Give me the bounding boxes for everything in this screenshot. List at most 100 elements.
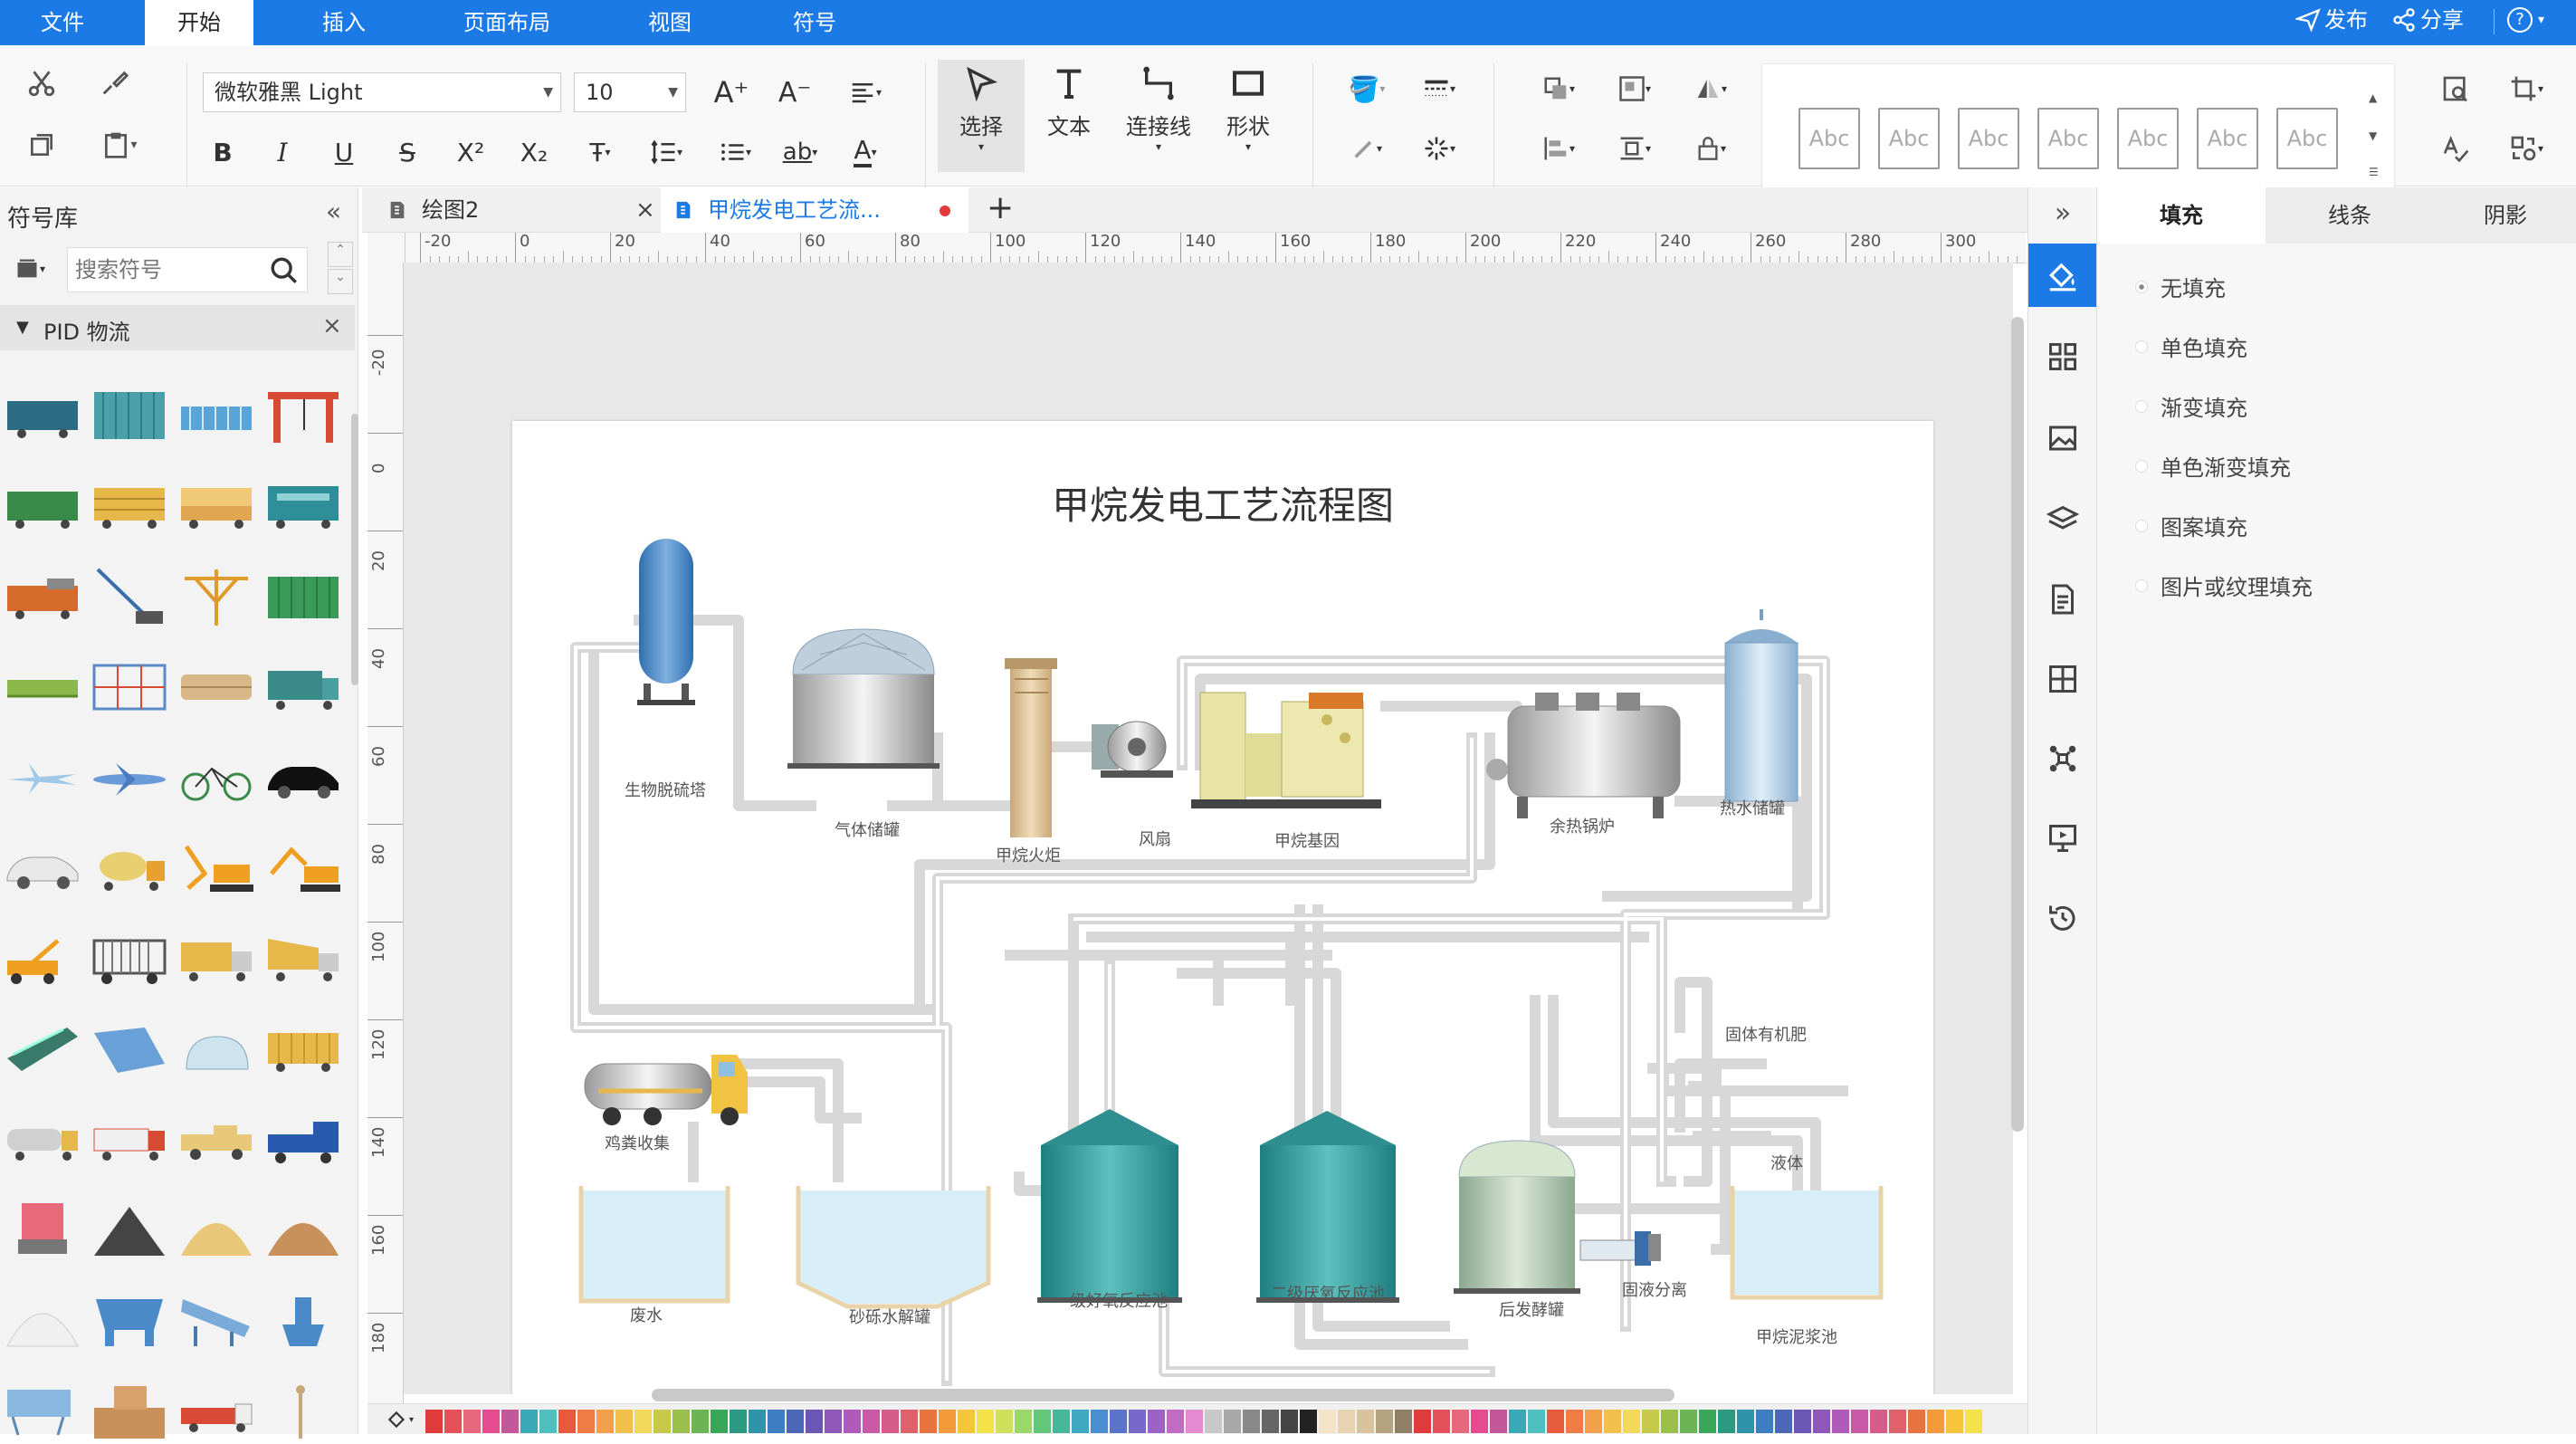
bin-symbol[interactable] xyxy=(91,1290,168,1353)
doc-tab-1[interactable]: 绘图2 × xyxy=(382,187,655,233)
color-swatch[interactable] xyxy=(1718,1410,1735,1433)
bicycle-symbol[interactable] xyxy=(177,747,255,810)
color-swatch[interactable] xyxy=(825,1410,842,1433)
text-tool-button[interactable]: 文本 xyxy=(1028,65,1110,140)
fill-option-gradient[interactable]: 渐变填充 xyxy=(2135,390,2247,422)
pump-truck-symbol[interactable] xyxy=(177,1381,255,1444)
fill-option-none[interactable]: 无填充 xyxy=(2135,271,2226,302)
color-swatch[interactable] xyxy=(977,1410,994,1433)
category-header[interactable]: ▼ PID 物流 × xyxy=(0,305,355,350)
teal-truck-symbol[interactable] xyxy=(264,656,342,720)
tanker-truck-symbol[interactable] xyxy=(4,1109,81,1172)
color-swatch[interactable] xyxy=(501,1410,519,1433)
spell-check-button[interactable] xyxy=(2431,129,2480,168)
label-gas-tank[interactable]: 气体储罐 xyxy=(835,818,900,841)
conveyor-symbol[interactable] xyxy=(4,1381,81,1444)
diagram-title[interactable]: 甲烷发电工艺流程图 xyxy=(512,475,1933,531)
color-swatch[interactable] xyxy=(939,1410,956,1433)
search-icon[interactable] xyxy=(269,255,300,286)
label-aerobic[interactable]: 一级好氧反应池 xyxy=(1054,1288,1168,1312)
label-boiler[interactable]: 余热锅炉 xyxy=(1550,814,1615,837)
underline-button[interactable]: U xyxy=(324,132,364,172)
airliner-symbol[interactable] xyxy=(91,747,168,810)
style-preset-3[interactable]: Abc xyxy=(1958,108,2019,169)
flatbed-symbol[interactable] xyxy=(4,656,81,720)
color-swatch[interactable] xyxy=(1471,1410,1488,1433)
style-preset-1[interactable]: Abc xyxy=(1798,108,1860,169)
waste-heat-boiler[interactable] xyxy=(1486,693,1681,818)
shrink-font-button[interactable]: A⁻ xyxy=(775,72,815,112)
dump-truck-symbol[interactable] xyxy=(264,928,342,991)
color-swatch[interactable] xyxy=(1300,1410,1317,1433)
teal-wagon-symbol[interactable] xyxy=(264,475,342,539)
connector-tool-button[interactable]: 连接线 ▾ xyxy=(1113,65,1204,153)
horizontal-scrollbar[interactable] xyxy=(652,1389,1674,1401)
methane-slurry-pool[interactable] xyxy=(1730,1186,1884,1300)
color-swatch[interactable] xyxy=(482,1410,500,1433)
lock-button[interactable]: ▾ xyxy=(1682,129,1740,168)
style-preset-7[interactable]: Abc xyxy=(2276,108,2338,169)
color-swatch[interactable] xyxy=(1737,1410,1754,1433)
label-generator[interactable]: 甲烷基因 xyxy=(1274,828,1340,852)
line-color-button[interactable]: ▾ xyxy=(1338,129,1396,168)
color-swatch[interactable] xyxy=(1338,1410,1355,1433)
color-swatch[interactable] xyxy=(1034,1410,1051,1433)
bold-button[interactable]: B xyxy=(203,132,243,172)
strikethrough-button[interactable]: S xyxy=(387,132,427,172)
color-swatch[interactable] xyxy=(1490,1410,1507,1433)
color-swatch[interactable] xyxy=(1756,1410,1773,1433)
select-tool-button[interactable]: 选择 ▾ xyxy=(938,65,1025,153)
hopper-symbol[interactable] xyxy=(4,1200,81,1263)
color-swatch[interactable] xyxy=(711,1410,728,1433)
subscript-button[interactable]: X₂ xyxy=(514,132,554,172)
label-solid-fertilizer[interactable]: 固体有机肥 xyxy=(1725,1022,1807,1046)
color-swatch[interactable] xyxy=(577,1410,595,1433)
white-car-symbol[interactable] xyxy=(4,837,81,901)
label-slurry-pool[interactable]: 甲烷泥浆池 xyxy=(1756,1324,1837,1348)
doc-tab-2-active[interactable]: 甲烷发电工艺流... xyxy=(661,187,968,233)
wastewater-pool[interactable] xyxy=(578,1186,730,1304)
align-objects-button[interactable]: ▾ xyxy=(1530,129,1588,168)
text-spacing-button[interactable]: Ŧ ▾ xyxy=(576,132,625,172)
excavator-symbol[interactable] xyxy=(177,837,255,901)
screen-symbol[interactable] xyxy=(177,1290,255,1353)
methane-generator[interactable] xyxy=(1191,692,1381,808)
color-swatch[interactable] xyxy=(1167,1410,1184,1433)
scroll-down-icon[interactable]: ⌄ xyxy=(328,269,353,294)
color-swatch[interactable] xyxy=(1528,1410,1545,1433)
desulfurizer-tower[interactable] xyxy=(637,539,695,705)
fill-panel-button[interactable] xyxy=(2028,244,2097,307)
bring-front-button[interactable]: ▾ xyxy=(1530,69,1588,109)
color-swatch[interactable] xyxy=(1414,1410,1431,1433)
tab-shadow[interactable]: 阴影 xyxy=(2434,187,2576,244)
menu-tab-file[interactable]: 文件 xyxy=(0,0,125,45)
scroll-up-icon[interactable]: ⌃ xyxy=(328,242,353,267)
salt-pile-symbol[interactable] xyxy=(4,1290,81,1353)
italic-button[interactable]: I xyxy=(262,132,302,172)
hot-water-tank[interactable] xyxy=(1724,609,1798,802)
label-fan[interactable]: 风扇 xyxy=(1139,827,1171,850)
fill-color-button[interactable]: 🪣 ▾ xyxy=(1338,69,1396,109)
color-swatch[interactable] xyxy=(1965,1410,1982,1433)
fill-option-picture[interactable]: 图片或纹理填充 xyxy=(2135,569,2313,601)
coal-pile-symbol[interactable] xyxy=(91,1200,168,1263)
data-panel-button[interactable] xyxy=(2028,647,2097,711)
connect-panel-button[interactable] xyxy=(2028,727,2097,790)
color-swatch[interactable] xyxy=(1870,1410,1887,1433)
color-swatch[interactable] xyxy=(1680,1410,1697,1433)
new-tab-button[interactable]: + xyxy=(987,187,1023,233)
palette-menu-button[interactable]: ▾ xyxy=(386,1406,422,1433)
publish-button[interactable]: 发布 xyxy=(2295,0,2368,40)
color-swatch[interactable] xyxy=(1794,1410,1811,1433)
font-size-select[interactable]: 10 ▼ xyxy=(574,72,686,112)
line-style-button[interactable]: ▾ xyxy=(1410,69,1468,109)
close-icon[interactable]: × xyxy=(635,187,655,233)
color-swatch[interactable] xyxy=(1262,1410,1279,1433)
menu-tab-insert[interactable]: 插入 xyxy=(290,0,398,45)
color-swatch[interactable] xyxy=(1908,1410,1925,1433)
pipe-stack-symbol[interactable] xyxy=(177,656,255,720)
menu-tab-page-layout[interactable]: 页面布局 xyxy=(434,0,579,45)
loader-symbol[interactable] xyxy=(4,928,81,991)
crawler-crane-symbol[interactable] xyxy=(91,566,168,629)
timber-wagon-symbol[interactable] xyxy=(91,475,168,539)
